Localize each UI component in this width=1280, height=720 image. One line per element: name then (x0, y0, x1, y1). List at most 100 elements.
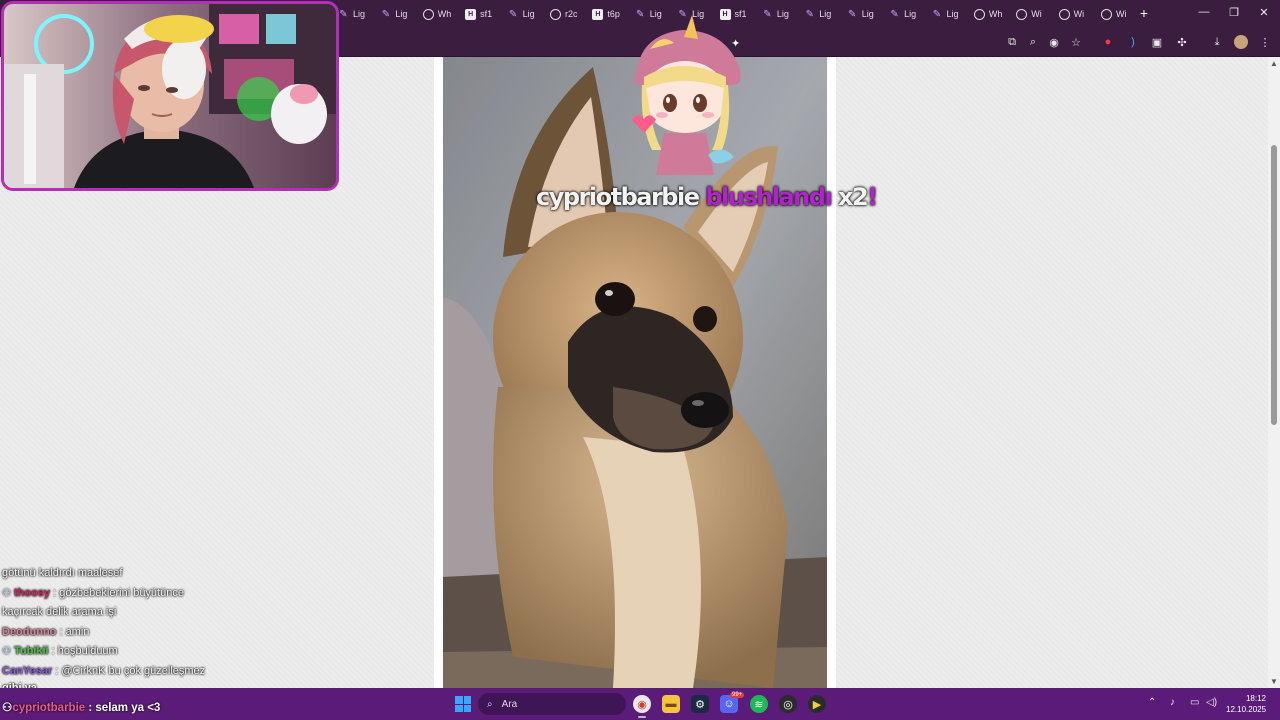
start-button[interactable] (455, 696, 471, 712)
tab-label: t6p (607, 9, 620, 19)
tab-label: Wi (1073, 9, 1085, 19)
search-placeholder: Ara (501, 698, 518, 710)
chat-message: götünü kaldırdı maalesef (2, 564, 332, 584)
chat-last-text: : selam ya <3 (88, 702, 161, 714)
tab-label: Lig (776, 9, 789, 19)
menu-kebab-icon[interactable]: ⋮ (1258, 35, 1272, 49)
steam-icon[interactable]: ⚙ (691, 695, 709, 713)
windows-taskbar: ⌕ Ara ◉ ▬ ⚙ ☺ 99+ ≋ ◎ ▶ ⌃ ♪ ▭ ◁) 18:12 1… (0, 688, 1280, 720)
pen-favicon-icon: ✎ (847, 8, 857, 20)
media-player-icon[interactable]: ▶ (808, 695, 826, 713)
taskbar-clock[interactable]: 18:12 12.10.2025 (1226, 693, 1266, 715)
tray-chevron-up-icon[interactable]: ⌃ (1148, 697, 1156, 708)
chat-overlay: götünü kaldırdı maalesef ⚇ thoosy : gözbeb… (2, 564, 332, 696)
browser-tab[interactable]: ✎ Lig (372, 0, 414, 28)
chat-text: : amin (59, 625, 90, 638)
browser-tab[interactable]: Hsf1 (457, 0, 499, 28)
tab-label: Lig (395, 9, 408, 19)
globe-favicon-icon (422, 8, 434, 20)
extensions-puzzle-icon[interactable]: ✣ (1175, 35, 1189, 49)
chrome-icon[interactable]: ◉ (633, 695, 651, 718)
spotify-icon[interactable]: ≋ (750, 695, 768, 713)
alert-multiplier: x2 (837, 183, 869, 211)
new-tab-button[interactable]: + (1136, 5, 1152, 21)
browser-tab[interactable]: Ht6p (584, 0, 626, 28)
close-button[interactable]: ✕ (1256, 6, 1272, 19)
chat-last-user: cypriotbarbie (12, 702, 86, 714)
clock-date: 12.10.2025 (1226, 705, 1267, 714)
tab-label: sf1 (480, 9, 493, 19)
browser-tab[interactable]: r2c (542, 0, 584, 28)
chat-text: götünü kaldırdı maalesef (2, 567, 123, 579)
browser-tab[interactable]: ✎ Lig (754, 0, 796, 28)
taskbar-search[interactable]: ⌕ Ara (478, 693, 626, 715)
chat-message: ⚇ Tubikii : hoşbulduum (2, 642, 332, 662)
maximize-button[interactable]: ❐ (1226, 6, 1242, 19)
chat-message: Deodunno : amin (2, 623, 332, 643)
pen-favicon-icon: ✎ (932, 8, 942, 20)
tab-label: Wh (437, 9, 452, 19)
network-icon[interactable]: ▭ (1190, 697, 1199, 708)
browser-tab[interactable]: Wi (1093, 0, 1135, 28)
pen-favicon-icon: ✎ (763, 8, 772, 20)
alert-action: blushlandı (705, 183, 832, 211)
browser-tab[interactable]: ✎ Lig (881, 0, 923, 28)
scroll-up-arrow-icon[interactable]: ▲ (1270, 59, 1278, 68)
browser-tab[interactable]: ✎ Lig (923, 0, 965, 28)
wave-extension-icon[interactable]: ) (1126, 35, 1140, 49)
browser-tab[interactable]: Wh (966, 0, 1008, 28)
pen-favicon-icon: ✎ (508, 8, 518, 20)
pen-favicon-icon: ✎ (339, 8, 348, 20)
chat-username: thoosy (13, 586, 51, 599)
chat-text: : gözbebeklerini büyütünce (53, 586, 184, 599)
profile-avatar[interactable] (1234, 35, 1248, 49)
scroll-thumb[interactable] (1271, 145, 1277, 425)
sub-badge-icon: ⚇ (2, 587, 11, 599)
microphone-icon[interactable]: ♪ (1170, 697, 1175, 708)
bookmark-star-icon[interactable]: ☆ (1069, 35, 1083, 49)
sparkle-icon: ✦ (731, 38, 741, 50)
site-favicon-icon: H (465, 8, 477, 20)
alert-message: cypriotbarbie blushlandı x2! (536, 183, 878, 211)
cast-icon[interactable]: ⧉ (1005, 35, 1019, 49)
chat-last-message: ⚇cypriotbarbie : selam ya <3 (2, 700, 160, 714)
pen-favicon-icon: ✎ (805, 8, 814, 20)
minimize-button[interactable]: — (1196, 6, 1212, 18)
browser-tab[interactable]: ✎ Lig (796, 0, 838, 28)
obs-icon[interactable]: ◎ (779, 695, 797, 713)
sub-badge-icon: ⚇ (2, 646, 11, 657)
browser-tab[interactable]: Wh (415, 0, 457, 28)
browser-tab[interactable]: ✎ Lig (500, 0, 542, 28)
tab-label: Lig (946, 9, 959, 19)
alert-username: cypriotbarbie (536, 183, 700, 211)
clock-time: 18:12 (1245, 694, 1266, 703)
pen-favicon-icon: ✎ (890, 8, 899, 20)
discord-badge: 99+ (730, 692, 745, 698)
chat-text: kaçırcak delik arama işi (2, 606, 117, 618)
zoom-icon[interactable]: ⌕ (1026, 35, 1040, 49)
browser-tab[interactable]: Wi (1008, 0, 1050, 28)
scroll-down-arrow-icon[interactable]: ▼ (1270, 677, 1278, 686)
search-icon: ⌕ (487, 698, 493, 710)
browser-tab[interactable]: Wi (1051, 0, 1093, 28)
tab-label: Lig (861, 9, 874, 19)
cat-extension-icon[interactable]: ▣ (1150, 35, 1164, 49)
sub-badge-icon: ⚇ (2, 702, 13, 714)
chat-message: kaçırcak delik arama işi (2, 603, 332, 623)
download-icon[interactable]: ⤓ (1210, 35, 1224, 49)
tab-label: Lig (522, 9, 535, 19)
webcam-overlay (1, 1, 339, 191)
volume-icon[interactable]: ◁) (1206, 697, 1217, 708)
globe-favicon-icon (973, 8, 985, 20)
chat-username: CanYesar (2, 664, 53, 677)
file-explorer-icon[interactable]: ▬ (662, 695, 680, 713)
tab-label: Lig (819, 9, 832, 19)
record-extension-icon[interactable]: ● (1101, 35, 1115, 49)
tab-label: Wi (1031, 9, 1042, 19)
chat-username: Tubikii (13, 645, 49, 657)
chat-username: Deodunno (2, 625, 57, 638)
pen-favicon-icon: ✎ (381, 8, 391, 20)
scrollbar[interactable]: ▲ ▼ (1268, 57, 1280, 688)
browser-tab[interactable]: ✎ Lig (839, 0, 881, 28)
eye-off-icon[interactable]: ◉ (1047, 35, 1061, 49)
